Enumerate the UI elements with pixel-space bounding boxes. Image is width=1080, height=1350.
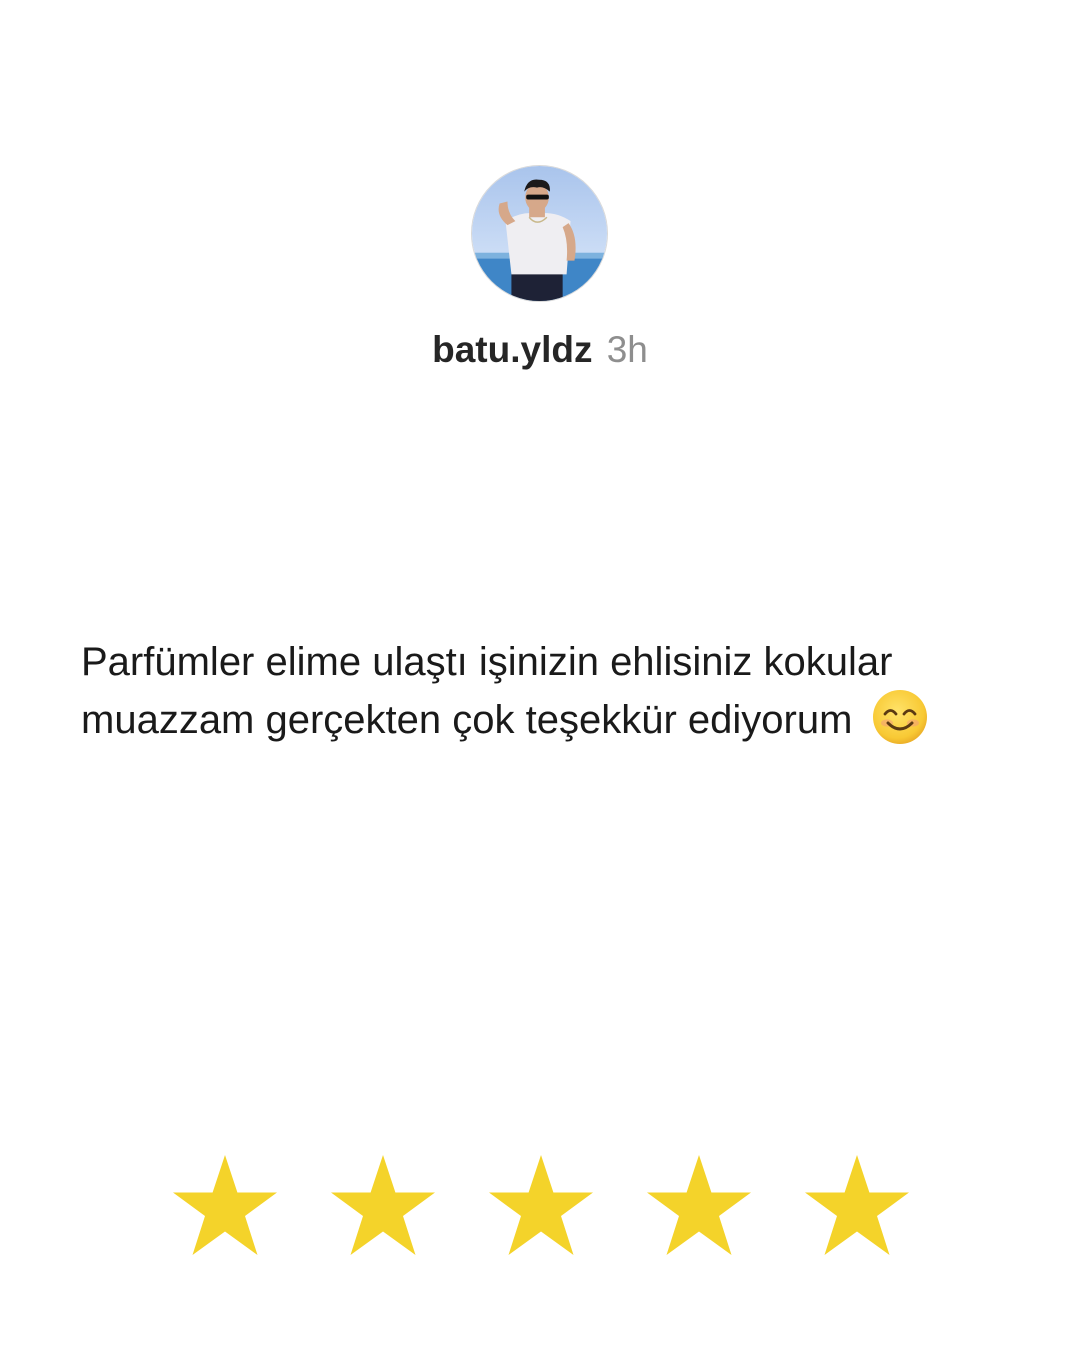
rating-stars — [0, 1153, 1080, 1263]
avatar-photo — [472, 166, 607, 301]
comment-header: batu.yldz 3h — [0, 325, 1080, 375]
star-icon — [170, 1153, 280, 1258]
username[interactable]: batu.yldz — [432, 329, 592, 370]
timestamp: 3h — [606, 329, 648, 370]
star-icon — [644, 1153, 754, 1258]
avatar[interactable] — [471, 165, 608, 302]
smiling-face-emoji-icon — [872, 689, 928, 745]
comment-text: Parfümler elime ulaştı işinizin ehlisini… — [81, 640, 893, 742]
star-icon — [486, 1153, 596, 1258]
star-icon — [802, 1153, 912, 1258]
star-icon — [328, 1153, 438, 1258]
comment-body: Parfümler elime ulaştı işinizin ehlisini… — [81, 635, 1041, 747]
